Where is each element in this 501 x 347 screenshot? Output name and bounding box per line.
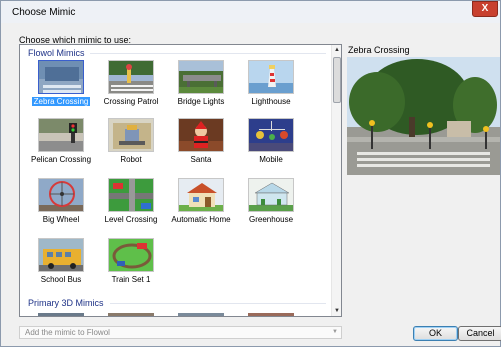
mimic-item-label: Lighthouse bbox=[251, 97, 291, 106]
crossing-patrol-thumbnail bbox=[108, 60, 154, 94]
mimic-item-label: Zebra Crossing bbox=[32, 97, 90, 106]
mimic-item-big-wheel[interactable]: Big Wheel bbox=[26, 178, 96, 236]
add-mimic-placeholder: Add the mimic to Flowol bbox=[25, 328, 110, 337]
automatic-home-thumbnail bbox=[178, 178, 224, 212]
mimic-item-robot[interactable]: Robot bbox=[96, 118, 166, 176]
list-scrollbar[interactable]: ▲ ▼ bbox=[331, 45, 341, 316]
zebra-crossing-thumbnail bbox=[38, 60, 84, 94]
partial-thumbnail bbox=[178, 313, 224, 316]
scroll-up-icon[interactable]: ▲ bbox=[332, 45, 341, 55]
close-button[interactable]: X bbox=[472, 1, 498, 17]
mimic-preview-image bbox=[347, 57, 500, 175]
robot-thumbnail bbox=[108, 118, 154, 152]
mimic-item-school-bus[interactable]: School Bus bbox=[26, 238, 96, 296]
mimic-item-lighthouse[interactable]: Lighthouse bbox=[236, 60, 306, 118]
scrollbar-thumb[interactable] bbox=[333, 57, 341, 103]
chevron-down-icon: ▼ bbox=[332, 329, 338, 335]
mobile-thumbnail bbox=[248, 118, 294, 152]
ok-button[interactable]: OK bbox=[413, 326, 458, 341]
group-divider bbox=[110, 303, 326, 304]
cancel-button[interactable]: Cancel bbox=[458, 326, 501, 341]
group-divider bbox=[90, 53, 326, 54]
group-header-primary-3d-mimics: Primary 3D Mimics bbox=[28, 298, 104, 308]
mimic-item-pelican-crossing[interactable]: Pelican Crossing bbox=[26, 118, 96, 176]
title-bar: Choose Mimic X bbox=[1, 1, 500, 23]
mimic-item-zebra-crossing[interactable]: Zebra Crossing bbox=[26, 60, 96, 118]
mimic-item-automatic-home[interactable]: Automatic Home bbox=[166, 178, 236, 236]
mimic-item-santa[interactable]: Santa bbox=[166, 118, 236, 176]
big-wheel-thumbnail bbox=[38, 178, 84, 212]
bridge-lights-thumbnail bbox=[178, 60, 224, 94]
greenhouse-thumbnail bbox=[248, 178, 294, 212]
close-icon: X bbox=[481, 3, 489, 14]
mimic-item-label: Train Set 1 bbox=[111, 275, 151, 284]
group-header-flowol-mimics: Flowol Mimics bbox=[28, 48, 85, 58]
mimic-item-label: Mobile bbox=[259, 155, 283, 164]
pelican-crossing-thumbnail bbox=[38, 118, 84, 152]
scroll-down-icon[interactable]: ▼ bbox=[332, 306, 341, 316]
mimic-item-crossing-patrol[interactable]: Crossing Patrol bbox=[96, 60, 166, 118]
mimic-item-mobile[interactable]: Mobile bbox=[236, 118, 306, 176]
partial-thumbnail bbox=[38, 313, 84, 316]
lighthouse-thumbnail bbox=[248, 60, 294, 94]
partial-thumbnail bbox=[248, 313, 294, 316]
partial-thumbnail bbox=[108, 313, 154, 316]
choose-mimic-dialog: Choose Mimic X Choose which mimic to use… bbox=[0, 0, 501, 347]
mimic-item-bridge-lights[interactable]: Bridge Lights bbox=[166, 60, 236, 118]
mimic-list[interactable]: Flowol Mimics Zebra Crossing Crossing Pa… bbox=[19, 44, 342, 317]
school-bus-thumbnail bbox=[38, 238, 84, 272]
train-set-1-thumbnail bbox=[108, 238, 154, 272]
mimic-list-content: Flowol Mimics Zebra Crossing Crossing Pa… bbox=[20, 45, 332, 316]
add-mimic-combo[interactable]: Add the mimic to Flowol ▼ bbox=[19, 326, 342, 339]
mimic-item-greenhouse[interactable]: Greenhouse bbox=[236, 178, 306, 236]
mimic-item-train-set-1[interactable]: Train Set 1 bbox=[96, 238, 166, 296]
window-title: Choose Mimic bbox=[12, 7, 76, 18]
level-crossing-thumbnail bbox=[108, 178, 154, 212]
mimic-item-level-crossing[interactable]: Level Crossing bbox=[96, 178, 166, 236]
preview-title: Zebra Crossing bbox=[348, 45, 410, 55]
santa-thumbnail bbox=[178, 118, 224, 152]
mimic-item-label: Greenhouse bbox=[248, 215, 294, 224]
